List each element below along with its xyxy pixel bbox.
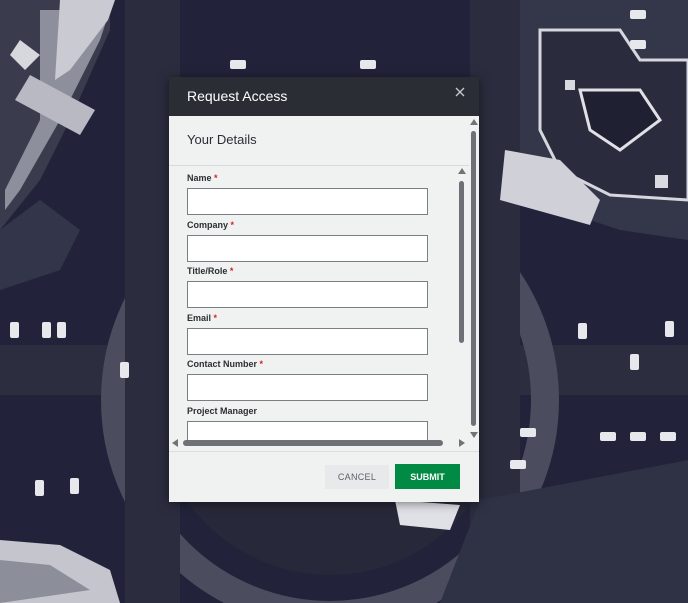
name-input[interactable] bbox=[187, 188, 428, 215]
form-field-title-role: Title/Role * bbox=[187, 265, 428, 308]
close-icon[interactable] bbox=[453, 85, 467, 99]
form-field-email: Email * bbox=[187, 312, 428, 355]
scroll-left-arrow-icon[interactable] bbox=[172, 439, 178, 447]
modal-scroll-down-arrow-icon[interactable] bbox=[470, 432, 478, 438]
request-access-form: Name * Company * Title/Role * Email * Co… bbox=[169, 166, 457, 446]
modal-header: Request Access bbox=[169, 77, 479, 116]
modal-title: Request Access bbox=[187, 88, 288, 104]
form-scroll-thumb[interactable] bbox=[459, 181, 464, 343]
field-label-name: Name * bbox=[187, 173, 218, 183]
form-field-name: Name * bbox=[187, 172, 428, 215]
request-access-modal: Request Access Your Details Name * Compa… bbox=[169, 77, 479, 502]
modal-scroll-up-arrow-icon[interactable] bbox=[470, 119, 478, 125]
section-title: Your Details bbox=[187, 132, 257, 147]
submit-button[interactable]: SUBMIT bbox=[395, 464, 460, 489]
modal-footer: CANCEL SUBMIT bbox=[169, 451, 479, 502]
cancel-button[interactable]: CANCEL bbox=[325, 465, 389, 489]
form-vertical-scrollbar[interactable] bbox=[457, 166, 467, 436]
title-role-input[interactable] bbox=[187, 281, 428, 308]
field-label-contact-number: Contact Number * bbox=[187, 359, 264, 369]
field-label-project-manager: Project Manager bbox=[187, 406, 258, 416]
required-marker: * bbox=[259, 359, 264, 369]
field-label-company: Company * bbox=[187, 220, 235, 230]
required-marker: * bbox=[230, 220, 235, 230]
field-label-email: Email * bbox=[187, 313, 218, 323]
required-marker: * bbox=[213, 313, 218, 323]
modal-body: Your Details Name * Company * Title/Role… bbox=[169, 116, 479, 451]
scroll-right-arrow-icon[interactable] bbox=[459, 439, 465, 447]
horizontal-scroll-thumb[interactable] bbox=[183, 440, 443, 446]
modal-vertical-scrollbar[interactable] bbox=[469, 116, 479, 446]
contact-number-input[interactable] bbox=[187, 374, 428, 401]
required-marker: * bbox=[229, 266, 234, 276]
form-field-company: Company * bbox=[187, 219, 428, 262]
form-horizontal-scrollbar[interactable] bbox=[169, 438, 467, 448]
form-field-contact-number: Contact Number * bbox=[187, 358, 428, 401]
required-marker: * bbox=[214, 173, 218, 183]
email-input[interactable] bbox=[187, 328, 428, 355]
modal-scroll-thumb[interactable] bbox=[471, 131, 476, 426]
company-input[interactable] bbox=[187, 235, 428, 262]
scroll-up-arrow-icon[interactable] bbox=[458, 168, 466, 174]
field-label-title-role: Title/Role * bbox=[187, 266, 234, 276]
